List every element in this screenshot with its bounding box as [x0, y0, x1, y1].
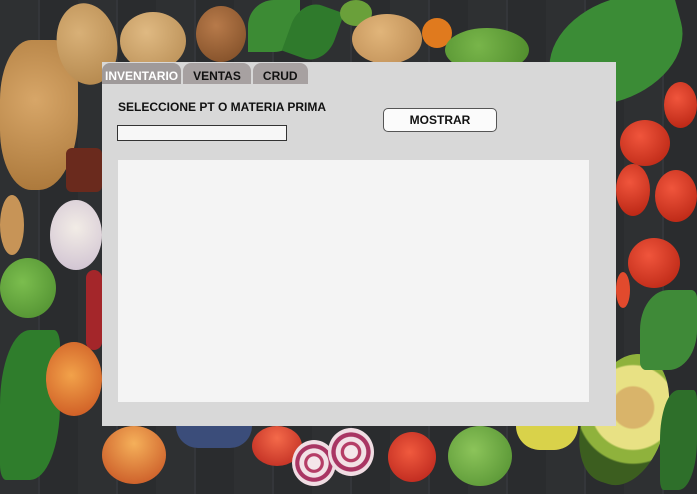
tab-bar: INVENTARIO VENTAS CRUD [102, 62, 310, 84]
select-label: SELECCIONE PT O MATERIA PRIMA [118, 100, 327, 114]
tab-inventario[interactable]: INVENTARIO [102, 63, 182, 84]
results-panel [118, 160, 589, 402]
app-window: INVENTARIO VENTAS CRUD SELECCIONE PT O M… [102, 62, 616, 426]
tab-ventas[interactable]: VENTAS [183, 63, 251, 84]
show-button[interactable]: MOSTRAR [383, 108, 497, 132]
tab-crud[interactable]: CRUD [252, 63, 308, 84]
product-input[interactable] [117, 125, 287, 141]
